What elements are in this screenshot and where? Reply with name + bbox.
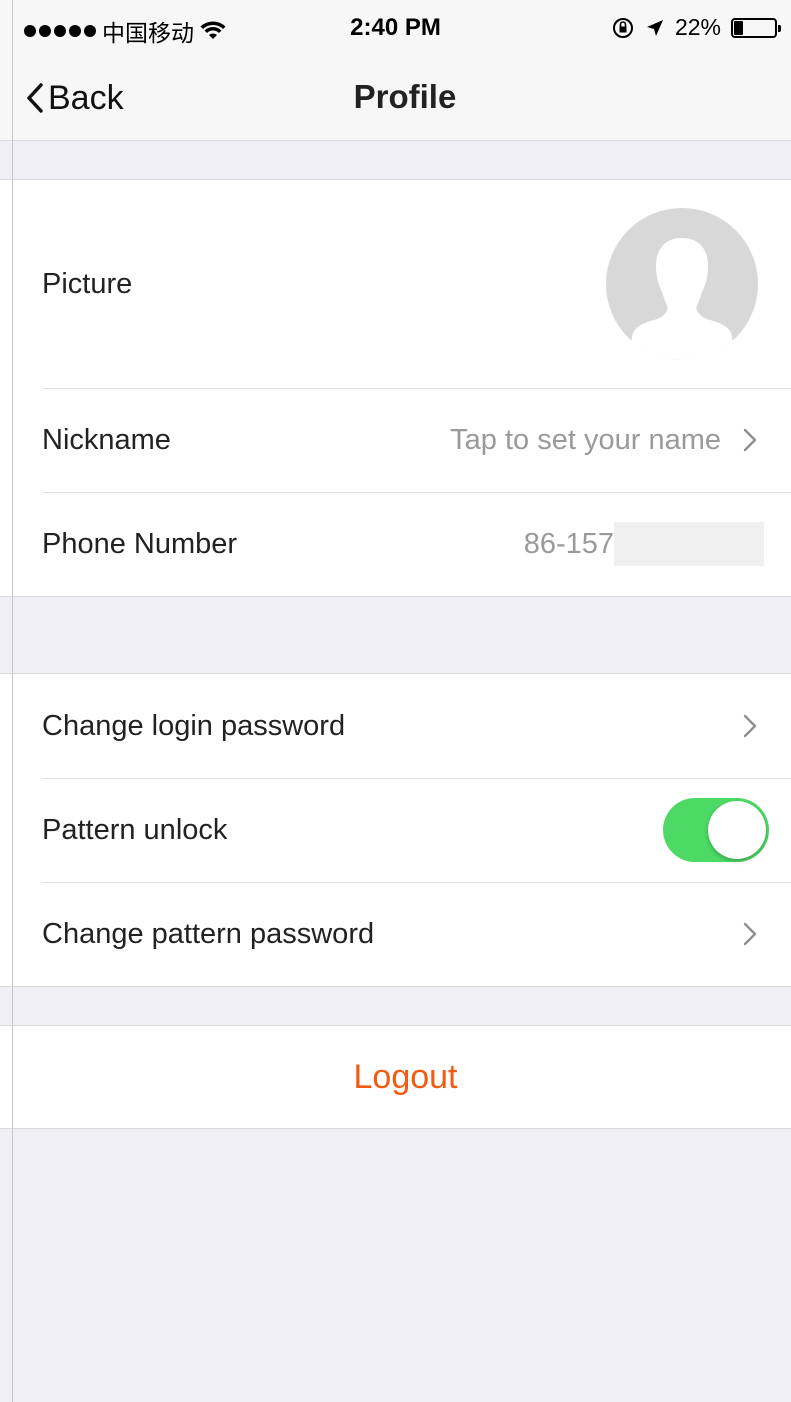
status-bar: 中国移动 2:40 PM 22% [0, 0, 791, 58]
avatar[interactable] [606, 208, 758, 360]
pattern-unlock-toggle[interactable] [663, 798, 769, 862]
profile-group: Picture Nickname Tap to set your name Ph… [0, 179, 791, 597]
default-user-icon [630, 238, 734, 360]
navigation-bar: Back Profile [0, 58, 791, 141]
nickname-row[interactable]: Nickname Tap to set your name [0, 388, 791, 492]
chevron-right-icon [743, 428, 757, 452]
change-pattern-password-right [743, 882, 757, 986]
picture-label: Picture [42, 267, 133, 300]
chevron-right-icon [743, 922, 757, 946]
status-right: 22% [611, 14, 781, 41]
security-group: Change login password Pattern unlock Cha… [0, 673, 791, 987]
logout-group: Logout [0, 1025, 791, 1129]
location-arrow-icon [646, 19, 663, 36]
pattern-unlock-label: Pattern unlock [42, 813, 228, 846]
page-title: Profile [353, 78, 457, 115]
chevron-right-icon [743, 714, 757, 738]
battery-icon [731, 17, 781, 38]
picture-right [606, 180, 758, 388]
nickname-right: Tap to set your name [450, 388, 757, 492]
phone-number-right: 86-157 [524, 492, 764, 596]
change-login-password-right [743, 674, 757, 778]
battery-level [734, 20, 743, 35]
change-pattern-password-label: Change pattern password [42, 917, 375, 950]
phone-number-row: Phone Number 86-157 [0, 492, 791, 596]
logout-button[interactable]: Logout [0, 1026, 791, 1128]
battery-percent: 22% [674, 14, 721, 40]
nickname-label: Nickname [42, 423, 171, 456]
phone-number-label: Phone Number [42, 527, 238, 560]
orientation-lock-icon [612, 17, 633, 38]
redacted-block [614, 522, 764, 566]
phone-number-value: 86-157 [523, 527, 614, 560]
change-login-password-label: Change login password [42, 709, 346, 742]
toggle-knob [708, 801, 766, 859]
pattern-unlock-right [663, 778, 769, 882]
pattern-unlock-row: Pattern unlock [0, 778, 791, 882]
picture-row[interactable]: Picture [0, 180, 791, 388]
change-login-password-row[interactable]: Change login password [0, 674, 791, 778]
change-pattern-password-row[interactable]: Change pattern password [0, 882, 791, 986]
nickname-value: Tap to set your name [450, 423, 721, 456]
frame-edge [12, 0, 13, 1402]
